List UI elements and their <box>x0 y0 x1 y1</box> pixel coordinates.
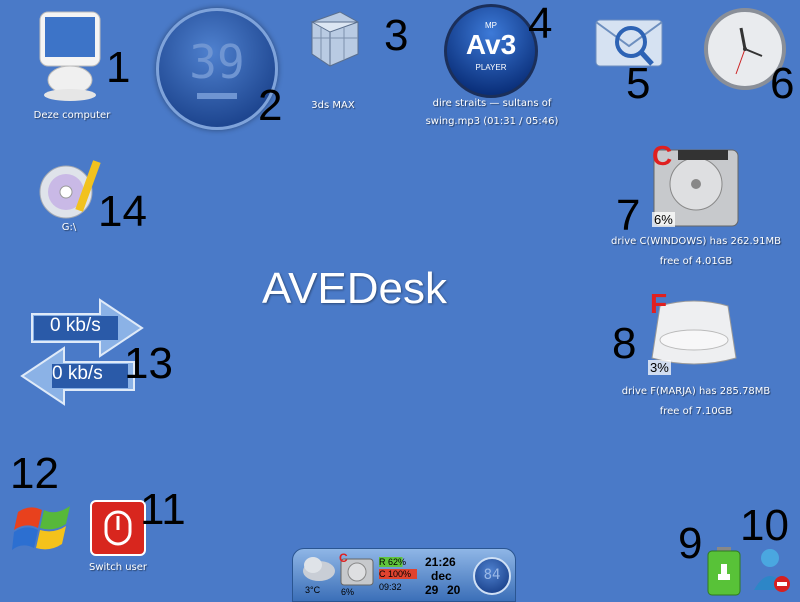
power-icon <box>104 510 132 546</box>
cpu-usage: C 100% <box>379 569 417 579</box>
taskbar-badge[interactable]: 84 <box>473 557 511 595</box>
battery-icon[interactable] <box>706 546 742 596</box>
switch-user-label: Switch user <box>88 562 148 573</box>
battery-plug-icon <box>707 547 741 596</box>
badge-value: 84 <box>483 567 501 583</box>
cd-drive-icon[interactable] <box>38 158 104 220</box>
number-label-14: 14 <box>98 187 147 236</box>
number-label-3: 3 <box>384 11 409 60</box>
number-label-9: 9 <box>678 519 703 568</box>
3dsmax-label: 3ds MAX <box>311 100 355 111</box>
number-label-10: 10 <box>740 501 789 550</box>
taskbar-drive-letter: C <box>339 551 348 565</box>
weather-temp: 3°C <box>305 585 321 595</box>
taskbar-drive-pct: 6% <box>341 587 355 597</box>
number-label-7: 7 <box>616 191 641 240</box>
player-sublogo: PLAYER <box>475 63 507 72</box>
my-computer-label: Deze computer <box>33 110 111 121</box>
now-playing-line1: dire straits — sultans of <box>432 98 552 109</box>
upload-speed: 0 kb/s <box>50 315 101 336</box>
drive-f-caption-line1: drive F(MARJA) has 285.78MB <box>621 386 771 397</box>
drive-c-caption-line2: free of 4.01GB <box>659 256 733 267</box>
desktop-title: AVEDesk <box>262 264 448 313</box>
uptime: 09:32 <box>379 582 402 592</box>
ram-usage: R 62% <box>379 557 417 567</box>
cd-pencil-icon <box>39 160 101 219</box>
3dsmax-icon[interactable] <box>302 8 364 70</box>
cloud-icon <box>303 557 335 581</box>
av3-player-icon[interactable]: MP Av3 PLAYER <box>444 4 538 98</box>
number-label-5: 5 <box>626 59 651 108</box>
drive-c-percent: 6% <box>652 212 675 227</box>
number-label-11: 11 <box>140 485 186 534</box>
system-monitor[interactable]: R 62% C 100% 09:32 <box>379 557 419 597</box>
my-computer-icon[interactable] <box>34 10 114 110</box>
year-display: 20 <box>447 583 461 597</box>
number-label-4: 4 <box>528 0 553 48</box>
download-speed: 0 kb/s <box>52 363 103 384</box>
windows-start-icon[interactable] <box>12 498 76 556</box>
number-label-6: 6 <box>770 59 795 108</box>
drive-f-letter: F <box>650 288 668 319</box>
weather-widget[interactable]: 3°C <box>299 553 339 597</box>
switch-user-button[interactable] <box>90 500 146 556</box>
computer-icon <box>39 11 101 101</box>
now-playing-line2: swing.mp3 (01:31 / 05:46) <box>425 116 559 127</box>
player-logo: Av3 <box>465 29 517 60</box>
number-label-1: 1 <box>106 43 131 92</box>
day-display: 29 <box>425 583 439 597</box>
taskbar-drive-widget[interactable]: C 6% <box>339 551 375 597</box>
user-status-icon <box>754 549 790 592</box>
taskbar-widget[interactable]: 3°C C 6% R 62% C 100% 09:32 21:26 dec 29… <box>292 548 516 602</box>
number-label-8: 8 <box>612 319 637 368</box>
drive-f-percent: 3% <box>648 360 671 375</box>
countdown-bar <box>197 93 237 99</box>
time-display: 21:26 <box>425 555 456 569</box>
desktop: { "title": "AVEDesk", "icons": { "comput… <box>0 0 800 602</box>
cube-icon <box>310 11 359 67</box>
number-label-12: 12 <box>10 449 59 498</box>
month-display: dec <box>431 569 452 583</box>
number-label-13: 13 <box>124 339 173 388</box>
drive-f-caption-line2: free of 7.10GB <box>659 406 733 417</box>
windows-flag-icon <box>12 506 70 550</box>
number-label-2: 2 <box>258 81 283 130</box>
drive-c-letter: C <box>652 140 673 171</box>
messenger-icon[interactable] <box>752 544 792 596</box>
cd-drive-label: G:\ <box>61 222 77 233</box>
date-time-widget[interactable]: 21:26 dec 29 20 <box>423 555 465 599</box>
